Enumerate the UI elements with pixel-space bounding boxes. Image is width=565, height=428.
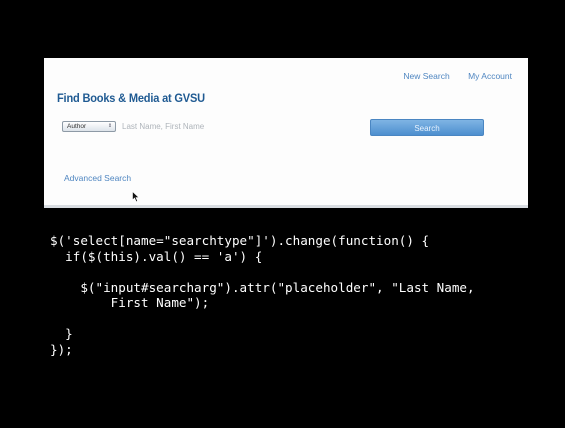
search-input[interactable]	[122, 119, 322, 133]
new-search-link[interactable]: New Search	[403, 71, 449, 81]
my-account-link[interactable]: My Account	[468, 71, 512, 81]
code-line: }	[50, 326, 73, 341]
mouse-pointer-icon	[132, 191, 140, 203]
code-block: $('select[name="searchtype"]').change(fu…	[50, 233, 475, 357]
search-button[interactable]: Search	[370, 119, 484, 136]
library-search-panel: New Search My Account Find Books & Media…	[44, 58, 528, 208]
top-links: New Search My Account	[387, 71, 512, 81]
advanced-search-link[interactable]: Advanced Search	[64, 173, 131, 183]
code-line: $('select[name="searchtype"]').change(fu…	[50, 233, 430, 248]
code-line: $("input#searcharg").attr("placeholder",…	[50, 279, 475, 295]
panel-bottom-border	[44, 205, 528, 208]
code-line: if($(this).val() == 'a') {	[50, 248, 263, 264]
search-type-select[interactable]: Author ⇕	[62, 121, 116, 132]
search-type-value: Author	[67, 123, 87, 130]
code-line: });	[50, 341, 73, 357]
chevron-updown-icon: ⇕	[107, 123, 113, 129]
page-title: Find Books & Media at GVSU	[57, 91, 205, 105]
code-line: First Name");	[50, 295, 210, 310]
slide: New Search My Account Find Books & Media…	[0, 0, 565, 428]
